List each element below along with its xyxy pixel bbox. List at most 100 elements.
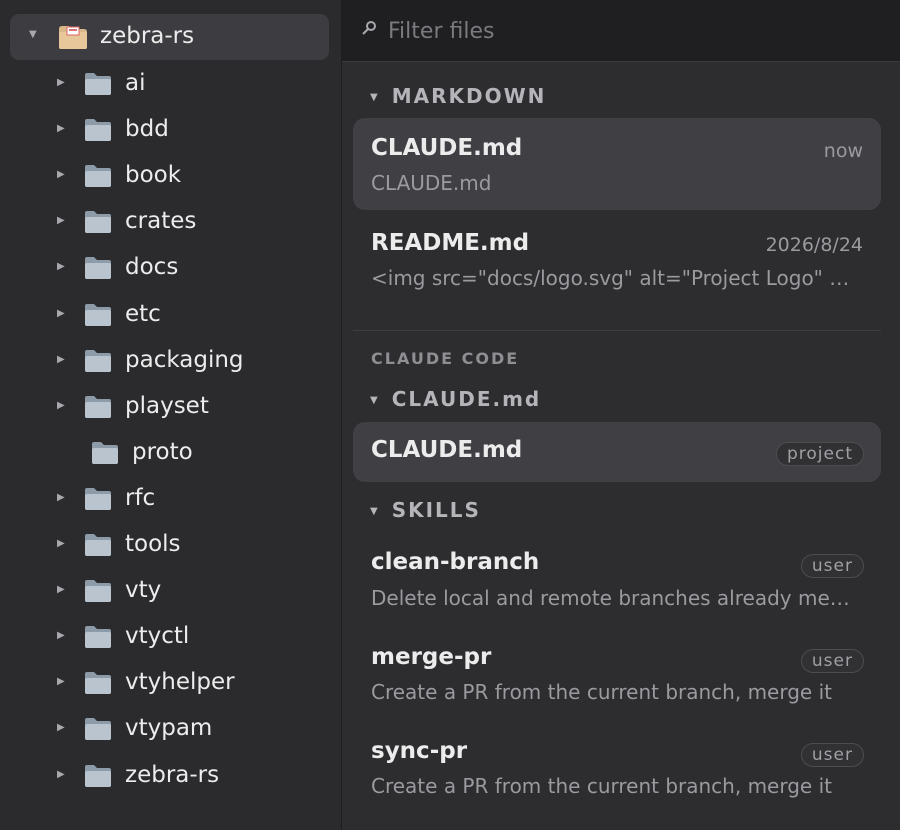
tree-item-etc[interactable]: ▶ etc (0, 295, 341, 341)
folder-icon (83, 116, 113, 144)
skill-title: sync-pr (371, 738, 468, 764)
chevron-right-icon[interactable]: ▶ (57, 354, 65, 365)
folder-icon (83, 393, 113, 421)
folder-icon (83, 623, 113, 651)
chevron-down-icon: ▼ (370, 395, 378, 406)
section-markdown-header[interactable]: ▼ MARKDOWN (370, 84, 546, 108)
chevron-right-icon[interactable]: ▶ (57, 77, 65, 88)
folder-icon (83, 485, 113, 513)
tree-root-label: zebra-rs (100, 23, 195, 49)
folder-icon (83, 715, 113, 743)
tree-item-proto[interactable]: proto (0, 433, 341, 479)
section-claude-md-header[interactable]: ▼ CLAUDE.md (370, 387, 541, 411)
tree-item-tools[interactable]: ▶ tools (0, 525, 341, 571)
tree-item-bdd[interactable]: ▶ bdd (0, 110, 341, 156)
tree-item-label: tools (125, 531, 181, 557)
claude-md-project-row[interactable]: CLAUDE.md project (353, 422, 881, 482)
chevron-right-icon[interactable]: ▶ (57, 538, 65, 549)
tree-item-vtyhelper[interactable]: ▶ vtyhelper (0, 663, 341, 709)
tree-item-label: docs (125, 254, 179, 281)
tree-item-vty[interactable]: ▶ vty (0, 571, 341, 617)
tree-item-label: zebra-rs (125, 761, 220, 788)
tree-item-ai[interactable]: ▶ ai (0, 64, 341, 110)
folder-icon (83, 70, 113, 98)
chevron-right-icon[interactable]: ▶ (57, 584, 65, 595)
skill-description: Delete local and remote branches already… (371, 586, 857, 610)
folder-icon (90, 439, 120, 467)
skill-title: clean-branch (371, 549, 540, 575)
chevron-down-icon[interactable]: ▼ (29, 29, 37, 40)
package-folder-icon (57, 23, 89, 55)
chevron-right-icon[interactable]: ▶ (57, 492, 65, 503)
skill-row-sync-pr[interactable]: sync-pr user Create a PR from the curren… (353, 724, 881, 816)
chevron-right-icon[interactable]: ▶ (57, 722, 65, 733)
file-modified: now (823, 140, 863, 162)
tree-item-label: proto (132, 438, 193, 465)
chevron-right-icon[interactable]: ▶ (57, 308, 65, 319)
tree-item-crates[interactable]: ▶ crates (0, 202, 341, 248)
tree-item-docs[interactable]: ▶ docs (0, 248, 341, 294)
tree-item-label: vtyctl (125, 623, 190, 650)
section-claude-md-title: CLAUDE.md (391, 387, 542, 411)
tree-item-label: bdd (125, 116, 169, 143)
scope-badge: project (775, 442, 864, 466)
skill-description: Create a PR from the current branch, mer… (371, 680, 832, 704)
folder-icon (83, 669, 113, 697)
chevron-right-icon[interactable]: ▶ (57, 261, 65, 272)
file-preview: <img src="docs/logo.svg" alt="Project Lo… (371, 266, 857, 290)
tree-item-playset[interactable]: ▶ playset (0, 387, 341, 433)
scope-badge: user (800, 743, 864, 767)
filter-bar (342, 0, 900, 62)
skill-title: merge-pr (371, 644, 492, 670)
tree-item-zebra-rs[interactable]: ▶ zebra-rs (0, 756, 341, 802)
file-tree-sidebar: ▼ zebra-rs ▶ ai ▶ bdd ▶ book ▶ crates ▶ docs ▶ etc ▶… (0, 0, 341, 830)
section-skills-header[interactable]: ▼ SKILLS (370, 498, 481, 522)
file-row-claude-md[interactable]: CLAUDE.md now CLAUDE.md (353, 118, 881, 210)
file-modified: 2026/8/24 (765, 234, 863, 256)
folder-icon (83, 301, 113, 329)
file-list-pane: ▼ MARKDOWN CLAUDE.md now CLAUDE.md README… (342, 0, 900, 830)
chevron-right-icon[interactable]: ▶ (57, 215, 65, 226)
tree-item-book[interactable]: ▶ book (0, 156, 341, 202)
tree-item-packaging[interactable]: ▶ packaging (0, 341, 341, 387)
file-title: README.md (371, 230, 530, 256)
chevron-down-icon: ▼ (370, 92, 378, 103)
chevron-right-icon[interactable]: ▶ (57, 676, 65, 687)
skill-description: Create a PR from the current branch, mer… (371, 774, 832, 798)
folder-icon (83, 347, 113, 375)
tree-item-vtyctl[interactable]: ▶ vtyctl (0, 617, 341, 663)
folder-icon (83, 577, 113, 605)
folder-icon (83, 254, 113, 282)
file-title: CLAUDE.md (371, 135, 523, 161)
section-markdown-title: MARKDOWN (391, 84, 547, 108)
tree-item-label: rfc (125, 484, 156, 511)
chevron-down-icon: ▼ (370, 506, 378, 517)
tree-item-label: book (125, 162, 182, 189)
chevron-right-icon[interactable]: ▶ (57, 123, 65, 134)
chevron-right-icon[interactable]: ▶ (57, 400, 65, 411)
folder-icon (83, 531, 113, 559)
tree-item-label: vty (125, 577, 162, 604)
section-divider (353, 330, 881, 331)
chevron-right-icon[interactable]: ▶ (57, 769, 65, 780)
tree-item-label: vtypam (125, 715, 213, 742)
file-row-readme-md[interactable]: README.md 2026/8/24 <img src="docs/logo.… (353, 212, 881, 304)
skill-row-clean-branch[interactable]: clean-branch user Delete local and remot… (353, 534, 881, 626)
tree-root-zebra-rs[interactable]: ▼ zebra-rs (10, 14, 329, 60)
scope-badge: user (800, 554, 864, 578)
tree-item-vtypam[interactable]: ▶ vtypam (0, 709, 341, 755)
chevron-right-icon[interactable]: ▶ (57, 169, 65, 180)
tree-item-label: crates (125, 208, 197, 235)
tree-item-label: packaging (125, 346, 244, 373)
tree-item-label: ai (125, 70, 146, 96)
group-claude-code-label: CLAUDE CODE (371, 349, 520, 368)
file-preview: CLAUDE.md (371, 171, 492, 195)
skill-row-merge-pr[interactable]: merge-pr user Create a PR from the curre… (353, 629, 881, 721)
folder-icon (83, 762, 113, 790)
filter-files-input[interactable] (386, 12, 870, 50)
search-icon (362, 21, 376, 35)
tree-item-rfc[interactable]: ▶ rfc (0, 479, 341, 525)
tree-item-label: etc (125, 300, 161, 327)
file-title: CLAUDE.md (371, 437, 523, 463)
chevron-right-icon[interactable]: ▶ (57, 630, 65, 641)
